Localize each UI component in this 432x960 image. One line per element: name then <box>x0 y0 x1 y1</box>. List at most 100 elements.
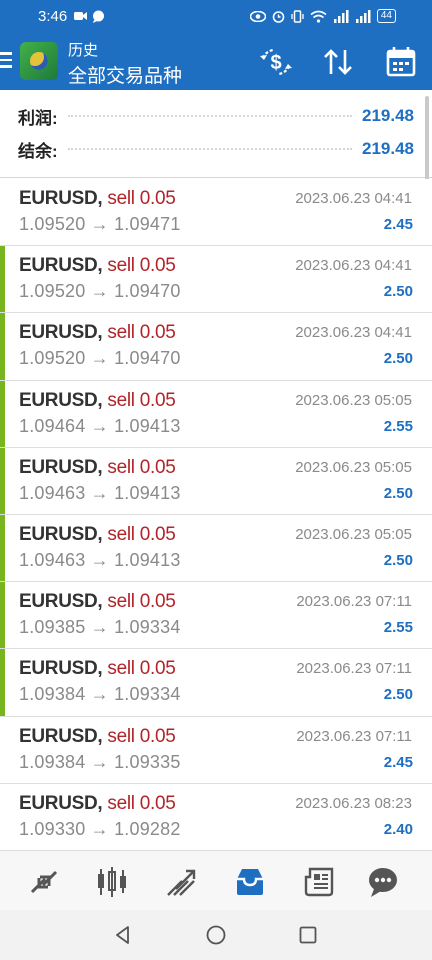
dotted-leader <box>67 115 352 117</box>
back-icon[interactable] <box>112 924 134 946</box>
symbol-text: EURUSD, <box>19 658 103 680</box>
scrollbar[interactable] <box>425 96 429 188</box>
close-price: 1.09335 <box>114 751 181 772</box>
symbol-text: EURUSD, <box>19 725 103 747</box>
trade-prices: 1.09520 → 1.09470 <box>19 281 181 302</box>
trade-time: 2023.06.23 07:11 <box>296 727 412 745</box>
trade-row[interactable]: EURUSD, sell 0.05 1.09520 → 1.09470 2023.0… <box>0 246 432 314</box>
app-bar: 历史 全部交易品种 $ <box>0 34 432 90</box>
trade-time: 2023.06.23 04:41 <box>295 190 412 207</box>
balance-row: 结余: 219.48 <box>18 135 414 163</box>
trade-side: sell 0.05 <box>107 255 176 277</box>
history-icon[interactable] <box>233 865 267 899</box>
sort-icon[interactable] <box>320 44 356 80</box>
arrow-right-icon: → <box>90 348 109 369</box>
chat-icon[interactable] <box>366 865 400 899</box>
summary-panel: 利润: 219.48 结余: 219.48 <box>0 90 432 178</box>
symbol-text: EURUSD, <box>19 188 103 209</box>
close-price: 1.09413 <box>114 549 181 570</box>
arrow-right-icon: → <box>90 415 109 436</box>
trade-row[interactable]: EURUSD, sell 0.05 1.09463 → 1.09413 2023.0… <box>0 447 432 515</box>
trade-side: sell 0.05 <box>107 456 176 478</box>
open-price: 1.09330 <box>19 818 86 839</box>
quotes-icon[interactable] <box>27 865 61 899</box>
close-price: 1.09470 <box>114 281 181 302</box>
news-icon[interactable] <box>302 865 336 899</box>
trade-prices: 1.09463 → 1.09413 <box>19 550 181 571</box>
arrow-right-icon: → <box>90 549 109 570</box>
arrow-right-icon: → <box>90 818 109 839</box>
trade-row[interactable]: EURUSD, sell 0.05 1.09520 → 1.09470 2023.0… <box>0 313 432 381</box>
symbol-text: EURUSD, <box>19 523 103 545</box>
trade-prices: 1.09384 → 1.09335 <box>19 752 181 773</box>
trade-icon[interactable] <box>164 865 198 899</box>
calendar-icon[interactable] <box>383 44 419 80</box>
arrow-right-icon: → <box>90 281 109 302</box>
trade-symbol: EURUSD, sell 0.05 <box>19 255 176 277</box>
trade-profit: 2.45 <box>383 753 413 771</box>
symbol-text: EURUSD, <box>19 255 103 277</box>
bottom-navigation <box>0 850 432 910</box>
eye-icon <box>249 10 266 22</box>
trade-side: sell 0.05 <box>107 591 176 613</box>
app-bar-title[interactable]: 全部交易品种 <box>68 61 182 88</box>
wifi-icon <box>310 10 327 23</box>
home-icon[interactable] <box>205 924 227 946</box>
trade-row[interactable]: EURUSD, sell 0.05 1.09385 → 1.09334 2023.0… <box>0 582 432 650</box>
symbol-text: EURUSD, <box>19 591 103 613</box>
trade-symbol: EURUSD, sell 0.05 <box>19 389 176 412</box>
trade-row[interactable]: EURUSD, sell 0.05 1.09520 → 1.09471 2023.0… <box>0 179 432 247</box>
close-price: 1.09334 <box>114 617 181 638</box>
trade-row[interactable]: EURUSD, sell 0.05 1.09384 → 1.09335 2023.0… <box>0 716 432 784</box>
trade-time: 2023.06.23 04:41 <box>295 257 412 275</box>
trade-side: sell 0.05 <box>107 792 176 814</box>
trade-profit: 2.55 <box>383 619 413 637</box>
trade-row[interactable]: EURUSD, sell 0.05 1.09330 → 1.09282 2023.0… <box>0 783 432 850</box>
trade-prices: 1.09385 → 1.09334 <box>19 617 181 638</box>
trade-profit: 2.50 <box>383 350 413 368</box>
trade-prices: 1.09384 → 1.09334 <box>19 684 181 705</box>
currency-exchange-icon[interactable]: $ <box>258 44 294 80</box>
arrow-right-icon: → <box>90 751 109 772</box>
open-price: 1.09463 <box>19 549 86 570</box>
profit-value: 219.48 <box>362 106 414 125</box>
trade-time: 2023.06.23 05:05 <box>295 525 412 543</box>
trade-row[interactable]: EURUSD, sell 0.05 1.09463 → 1.09413 2023.0… <box>0 514 432 583</box>
trade-prices: 1.09463 → 1.09413 <box>19 483 181 504</box>
open-price: 1.09520 <box>19 214 86 234</box>
balance-label: 结余: <box>18 141 58 161</box>
trade-side: sell 0.05 <box>107 725 176 747</box>
trade-symbol: EURUSD, sell 0.05 <box>19 658 176 680</box>
symbol-text: EURUSD, <box>19 389 103 411</box>
trade-history-list[interactable]: EURUSD, sell 0.05 1.09520 → 1.09471 2023.0… <box>0 179 432 850</box>
svg-text:$: $ <box>270 52 281 74</box>
signal-icon <box>355 9 371 23</box>
trade-prices: 1.09330 → 1.09282 <box>19 819 181 840</box>
open-price: 1.09520 <box>19 281 86 302</box>
trade-side: sell 0.05 <box>107 523 176 545</box>
trade-row[interactable]: EURUSD, sell 0.05 1.09384 → 1.09334 2023.0… <box>0 649 432 717</box>
app-logo[interactable] <box>20 42 58 80</box>
symbol-text: EURUSD, <box>19 322 103 344</box>
video-icon <box>74 12 87 20</box>
symbol-text: EURUSD, <box>19 792 103 814</box>
trade-symbol: EURUSD, sell 0.05 <box>19 188 176 210</box>
arrow-right-icon: → <box>90 617 109 638</box>
arrow-right-icon: → <box>90 214 109 234</box>
trade-row[interactable]: EURUSD, sell 0.05 1.09464 → 1.09413 2023.0… <box>0 380 432 448</box>
trade-side: sell 0.05 <box>107 322 176 344</box>
trade-side: sell 0.05 <box>107 389 176 411</box>
close-price: 1.09413 <box>114 415 181 436</box>
close-price: 1.09334 <box>114 684 181 705</box>
open-price: 1.09384 <box>19 751 86 772</box>
trade-side: sell 0.05 <box>107 188 176 209</box>
recents-icon[interactable] <box>297 924 319 946</box>
chart-icon[interactable] <box>95 865 129 899</box>
vibrate-icon <box>291 9 304 23</box>
trade-prices: 1.09464 → 1.09413 <box>19 416 181 437</box>
menu-icon[interactable] <box>0 52 14 68</box>
trade-time: 2023.06.23 07:11 <box>296 660 412 678</box>
arrow-right-icon: → <box>90 482 109 503</box>
open-price: 1.09463 <box>19 482 86 503</box>
arrow-right-icon: → <box>90 684 109 705</box>
